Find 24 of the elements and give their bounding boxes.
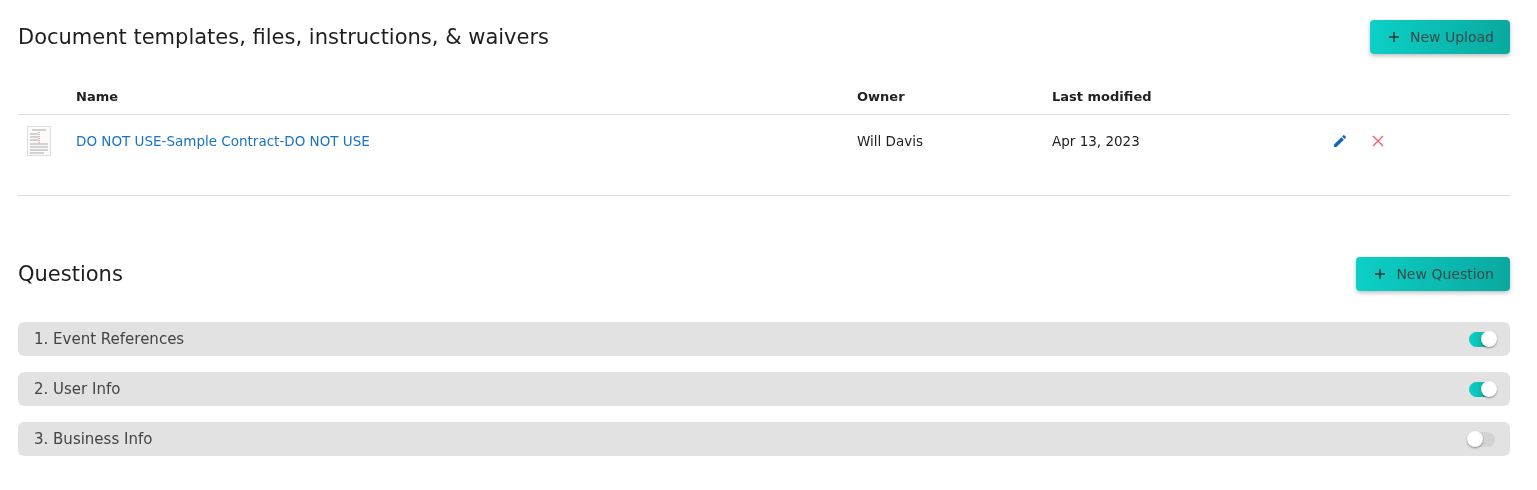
question-label: 2. User Info <box>34 380 121 398</box>
new-upload-button[interactable]: New Upload <box>1369 20 1510 54</box>
question-label: 3. Business Info <box>34 430 153 448</box>
column-header: Owner <box>857 89 906 104</box>
document-icon <box>27 126 51 156</box>
question-label: 1. Event References <box>34 330 185 348</box>
date-cell-text: Apr 13, 2023 <box>1052 133 1141 149</box>
toggle-switch[interactable] <box>1469 331 1495 347</box>
column-header: Last modified <box>1052 89 1153 104</box>
new-question-button[interactable]: New Question <box>1356 257 1510 291</box>
edit-icon[interactable] <box>1332 133 1348 149</box>
close-icon[interactable] <box>1372 135 1384 147</box>
question-row[interactable]: 1. Event References <box>18 322 1510 356</box>
toggle-switch[interactable] <box>1469 381 1495 397</box>
section-title: Questions <box>18 262 123 286</box>
question-row[interactable]: 3. Business Info <box>18 422 1510 456</box>
file-link[interactable]: DO NOT USE-Sample Contract-DO NOT USE <box>76 133 857 149</box>
toggle-switch[interactable] <box>1469 431 1495 447</box>
owner-cell-text: Will Davis <box>857 133 925 149</box>
column-header: Name <box>76 89 119 104</box>
plus-icon <box>1374 268 1387 280</box>
section-title: Document templates, files, instructions, & waivers <box>18 25 549 49</box>
plus-icon <box>1387 31 1400 43</box>
question-row[interactable]: 2. User Info <box>18 372 1510 406</box>
